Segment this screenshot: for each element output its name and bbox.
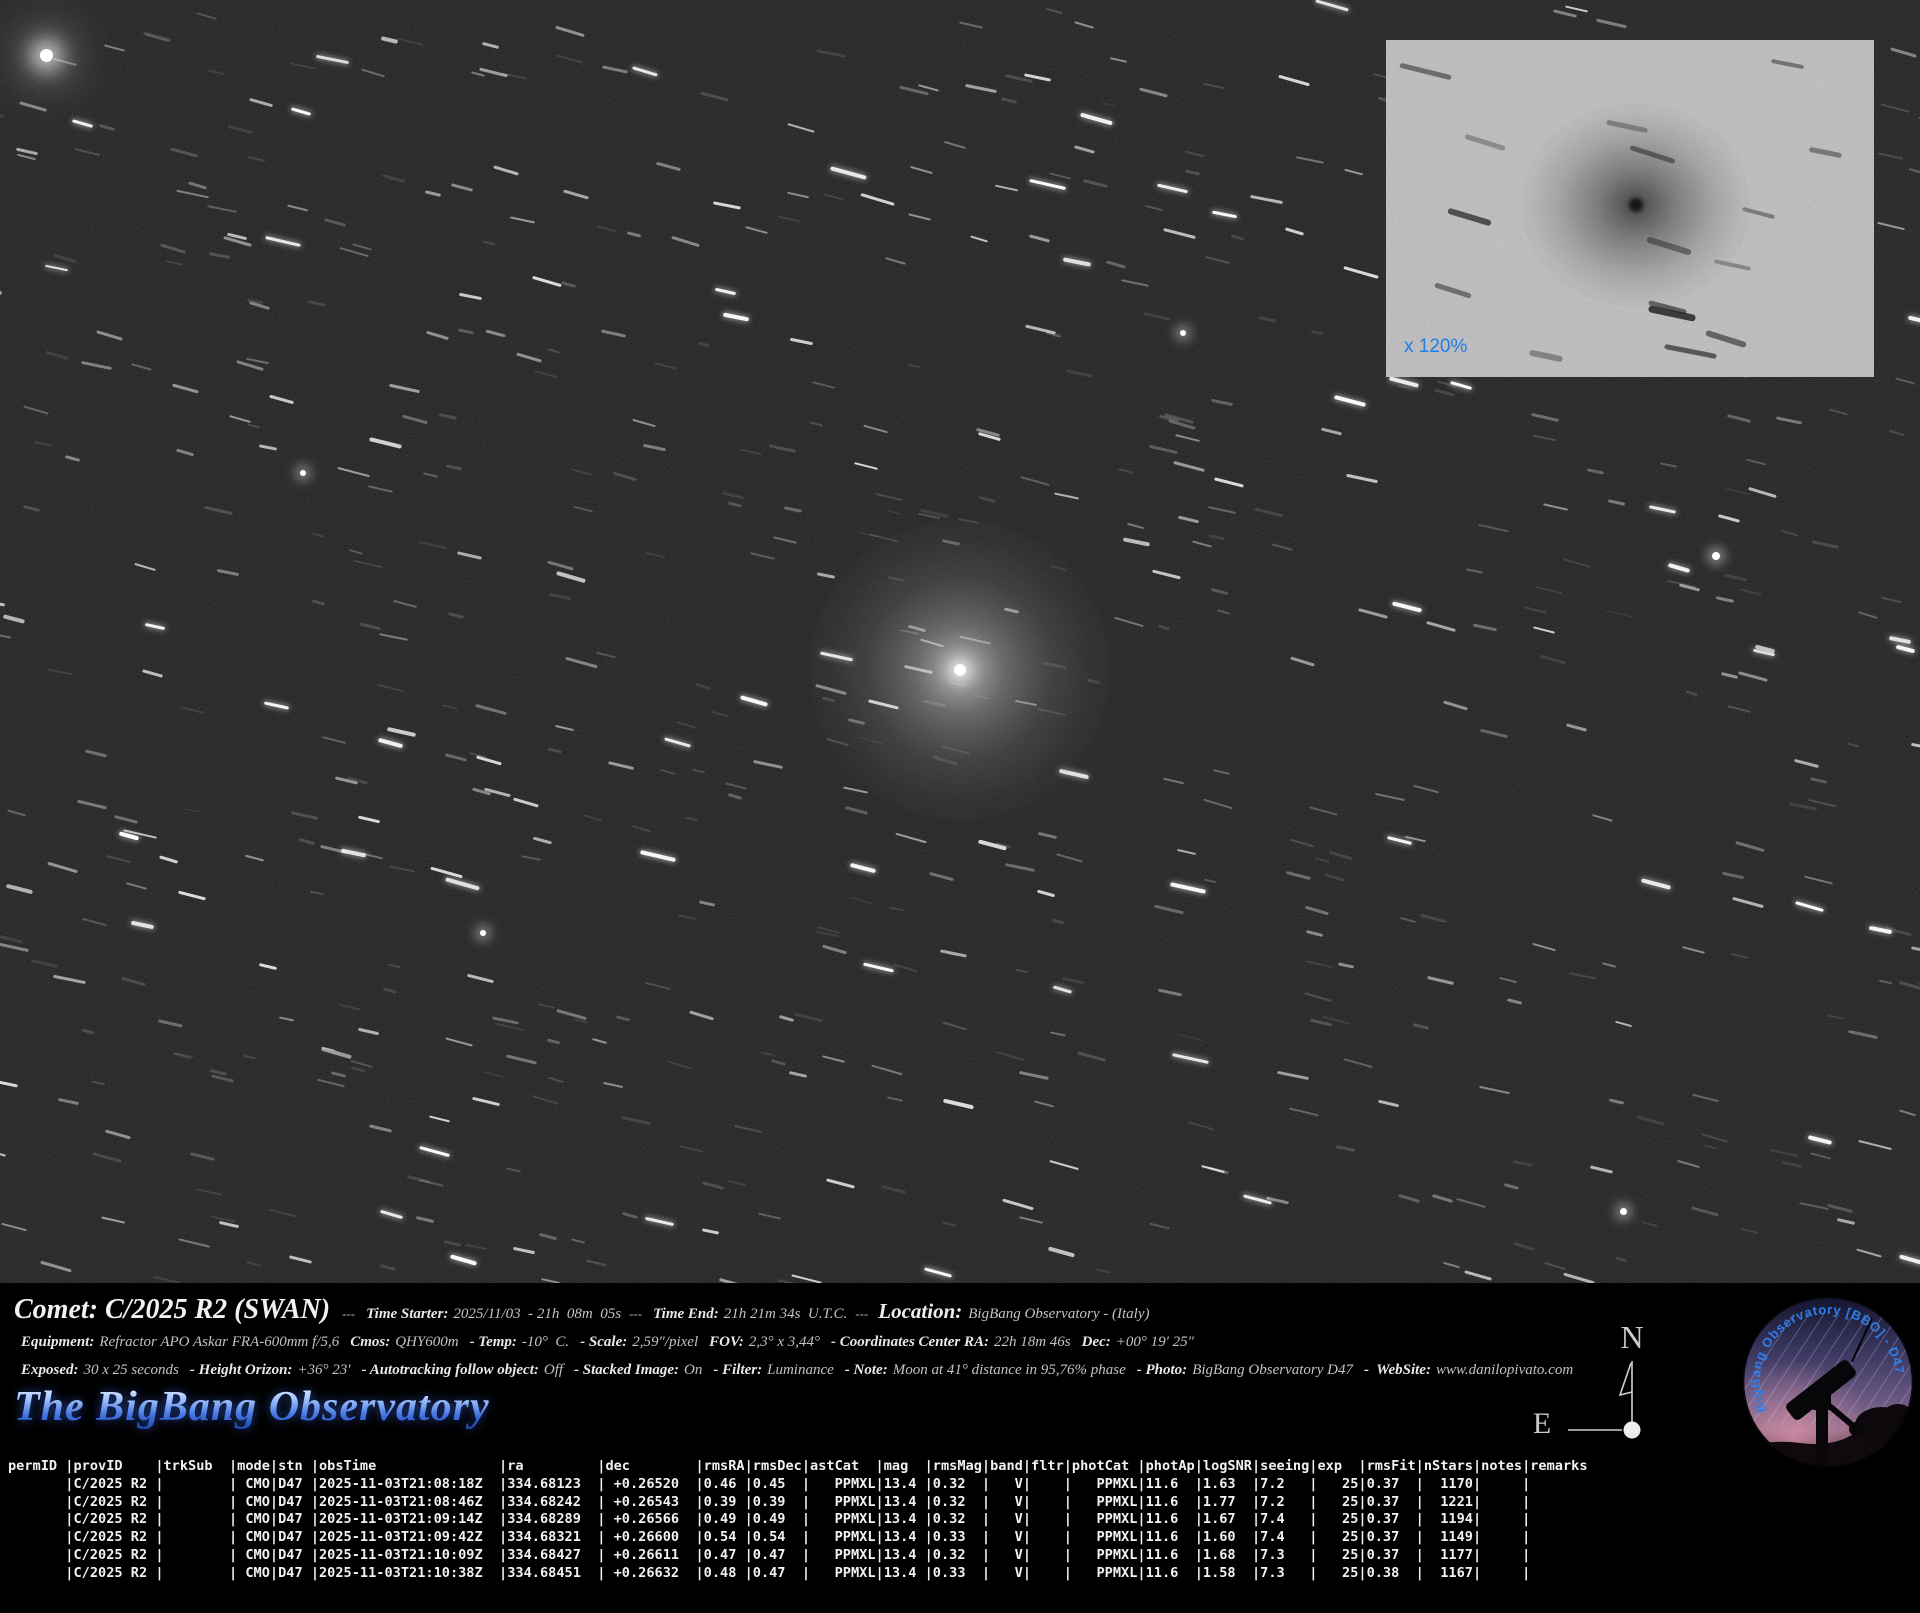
bright-star	[1712, 552, 1720, 560]
info-label: Exposed:	[21, 1362, 79, 1379]
info-value: Refractor APO Askar FRA-600mm f/5,6	[99, 1334, 339, 1351]
info-label: - Height Orizon:	[190, 1362, 293, 1379]
info-value: 2025/11/03 - 21h 08m 05s	[453, 1306, 621, 1323]
info-value: 2,59"/pixel	[632, 1334, 698, 1351]
comet-core	[954, 664, 966, 676]
compass-center-dot	[1624, 1422, 1641, 1439]
info-label: - Coordinates Center RA:	[831, 1334, 989, 1351]
info-value: +36° 23'	[297, 1362, 350, 1379]
table-row: |C/2025 R2 | | CMO|D47 |2025-11-03T21:08…	[8, 1494, 1588, 1512]
info-label: - Scale:	[580, 1334, 627, 1351]
bright-star	[1180, 330, 1186, 336]
info-label: - Autotracking follow object:	[362, 1362, 539, 1379]
info-separator: ---	[629, 1306, 642, 1322]
info-value: QHY600m	[395, 1334, 458, 1351]
observatory-logo: BigBang Observatory [BBO] - D47	[1742, 1296, 1914, 1468]
info-label: Time End:	[653, 1306, 719, 1323]
info-value: 21h 21m 34s U.T.C.	[724, 1306, 848, 1323]
info-value: 2,3° x 3,44°	[749, 1334, 820, 1351]
info-value: Luminance	[767, 1362, 834, 1379]
info-label: - Temp:	[470, 1334, 517, 1351]
info-label: - Filter:	[713, 1362, 762, 1379]
bright-star	[1620, 1208, 1627, 1215]
info-label: Dec:	[1082, 1334, 1111, 1351]
info-value: 30 x 25 seconds	[84, 1362, 179, 1379]
table-header-row: permID |provID |trkSub |mode|stn |obsTim…	[8, 1458, 1588, 1476]
inset-zoom-preview: x 120%	[1386, 40, 1874, 377]
info-value: BigBang Observatory - (Italy)	[968, 1306, 1149, 1323]
bright-star	[40, 49, 53, 62]
table-row: |C/2025 R2 | | CMO|D47 |2025-11-03T21:09…	[8, 1529, 1588, 1547]
compass-graphic	[1550, 1353, 1660, 1453]
info-separator: ---	[855, 1306, 868, 1322]
info-value: -10° C.	[522, 1334, 569, 1351]
inset-comet-core	[1629, 198, 1643, 212]
info-separator: ---	[342, 1306, 355, 1322]
info-label: Location:	[878, 1299, 962, 1324]
info-line-1: Comet: C/2025 R2 (SWAN) --- Time Starter: 2…	[14, 1294, 1153, 1326]
astrophoto-poster: x 120% Comet: C/2025 R2 (SWAN) --- Time St…	[0, 0, 1920, 1613]
info-line-3: Exposed: 30 x 25 seconds - Height Orizon:+…	[14, 1362, 1577, 1379]
info-value: 22h 18m 46s	[994, 1334, 1071, 1351]
info-panel: Comet: C/2025 R2 (SWAN) --- Time Starter: 2…	[0, 1283, 1920, 1613]
bright-star	[300, 470, 306, 476]
info-label: Comet: C/2025 R2 (SWAN)	[14, 1294, 330, 1326]
compass-north-label: N	[1612, 1319, 1652, 1356]
info-value: Off	[544, 1362, 563, 1379]
table-row: |C/2025 R2 | | CMO|D47 |2025-11-03T21:09…	[8, 1511, 1588, 1529]
info-label: - Note:	[845, 1362, 888, 1379]
observatory-title: The BigBang Observatory	[14, 1383, 490, 1431]
table-row: |C/2025 R2 | | CMO|D47 |2025-11-03T21:08…	[8, 1476, 1588, 1494]
info-value: BigBang Observatory D47	[1192, 1362, 1353, 1379]
info-label: Cmos:	[350, 1334, 390, 1351]
table-row: |C/2025 R2 | | CMO|D47 |2025-11-03T21:10…	[8, 1565, 1588, 1583]
info-label: FOV:	[709, 1334, 744, 1351]
info-label: Time Starter:	[366, 1306, 448, 1323]
inset-zoom-label: x 120%	[1404, 336, 1467, 358]
info-value: Moon at 41° distance in 95,76% phase	[893, 1362, 1126, 1379]
info-label: - Stacked Image:	[574, 1362, 679, 1379]
info-value: +00° 19' 25"	[1116, 1334, 1194, 1351]
info-label: Equipment:	[21, 1334, 94, 1351]
info-label: - Photo:	[1137, 1362, 1187, 1379]
info-line-2: Equipment: Refractor APO Askar FRA-600mm …	[14, 1334, 1198, 1351]
info-label: - WebSite:	[1364, 1362, 1431, 1379]
astrometry-table: permID |provID |trkSub |mode|stn |obsTim…	[8, 1458, 1588, 1583]
table-row: |C/2025 R2 | | CMO|D47 |2025-11-03T21:10…	[8, 1547, 1588, 1565]
bright-star	[480, 930, 486, 936]
info-value: On	[684, 1362, 702, 1379]
